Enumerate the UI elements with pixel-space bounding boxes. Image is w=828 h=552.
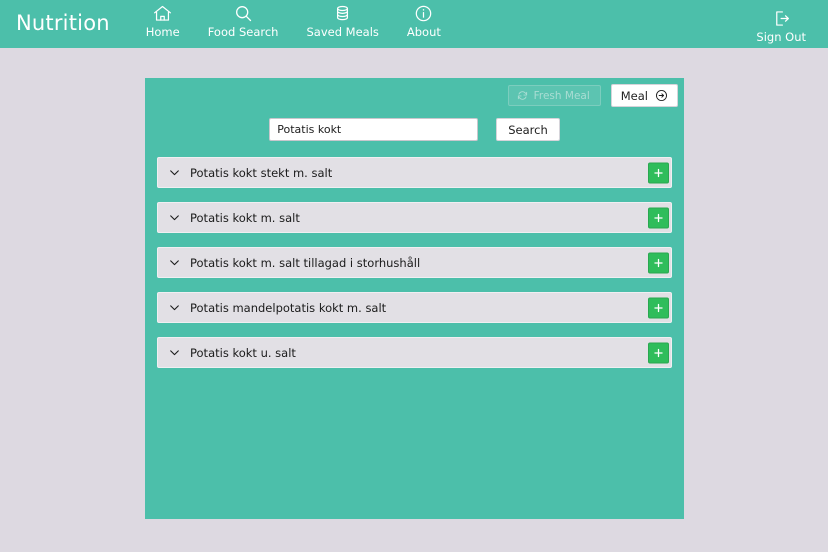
search-icon <box>233 3 254 24</box>
nav-item-about[interactable]: About <box>393 0 455 39</box>
fresh-meal-button[interactable]: Fresh Meal <box>508 85 601 106</box>
search-input[interactable] <box>269 118 478 141</box>
plus-icon <box>652 301 665 314</box>
add-food-button[interactable] <box>648 162 669 183</box>
nav-item-about-label: About <box>407 26 441 39</box>
plus-icon <box>652 166 665 179</box>
result-label: Potatis kokt u. salt <box>190 346 296 360</box>
nav-items: Home Food Search Saved Meals <box>132 0 455 48</box>
nav-item-food-search[interactable]: Food Search <box>194 0 293 39</box>
add-food-button[interactable] <box>648 252 669 273</box>
home-icon <box>152 3 173 24</box>
chevron-down-icon[interactable] <box>168 166 181 179</box>
chevron-down-icon[interactable] <box>168 256 181 269</box>
result-row[interactable]: Potatis kokt m. salt tillagad i storhush… <box>157 247 672 278</box>
arrow-right-circle-icon <box>655 89 668 102</box>
chevron-down-icon[interactable] <box>168 301 181 314</box>
logout-icon <box>771 8 792 29</box>
nav-item-sign-out-label: Sign Out <box>756 31 806 44</box>
plus-icon <box>652 256 665 269</box>
plus-icon <box>652 211 665 224</box>
fresh-meal-label: Fresh Meal <box>534 90 590 102</box>
navbar: Nutrition Home Food Search <box>0 0 828 48</box>
result-label: Potatis mandelpotatis kokt m. salt <box>190 301 386 315</box>
info-circle-icon <box>413 3 434 24</box>
panel-toolbar: Fresh Meal Meal <box>508 84 678 107</box>
plus-icon <box>652 346 665 359</box>
result-label: Potatis kokt m. salt tillagad i storhush… <box>190 256 420 270</box>
result-row[interactable]: Potatis kokt u. salt <box>157 337 672 368</box>
search-row: Search <box>145 118 684 141</box>
nav-item-saved-meals-label: Saved Meals <box>306 26 378 39</box>
add-food-button[interactable] <box>648 342 669 363</box>
search-results-list: Potatis kokt stekt m. salt Potatis kokt … <box>157 157 672 382</box>
nav-item-home-label: Home <box>146 26 180 39</box>
result-label: Potatis kokt stekt m. salt <box>190 166 332 180</box>
nav-item-home[interactable]: Home <box>132 0 194 39</box>
nav-item-saved-meals[interactable]: Saved Meals <box>292 0 392 39</box>
add-food-button[interactable] <box>648 207 669 228</box>
meal-button-label: Meal <box>621 89 648 103</box>
food-search-panel: Fresh Meal Meal Search Potat <box>145 78 684 519</box>
refresh-icon <box>517 90 528 101</box>
result-row[interactable]: Potatis kokt m. salt <box>157 202 672 233</box>
result-row[interactable]: Potatis mandelpotatis kokt m. salt <box>157 292 672 323</box>
search-button[interactable]: Search <box>496 118 560 141</box>
result-label: Potatis kokt m. salt <box>190 211 300 225</box>
chevron-down-icon[interactable] <box>168 211 181 224</box>
nav-item-sign-out[interactable]: Sign Out <box>742 5 828 44</box>
meal-button[interactable]: Meal <box>611 84 678 107</box>
nav-item-food-search-label: Food Search <box>208 26 279 39</box>
chevron-down-icon[interactable] <box>168 346 181 359</box>
add-food-button[interactable] <box>648 297 669 318</box>
database-icon <box>332 3 353 24</box>
brand-logo[interactable]: Nutrition <box>16 13 110 36</box>
result-row[interactable]: Potatis kokt stekt m. salt <box>157 157 672 188</box>
